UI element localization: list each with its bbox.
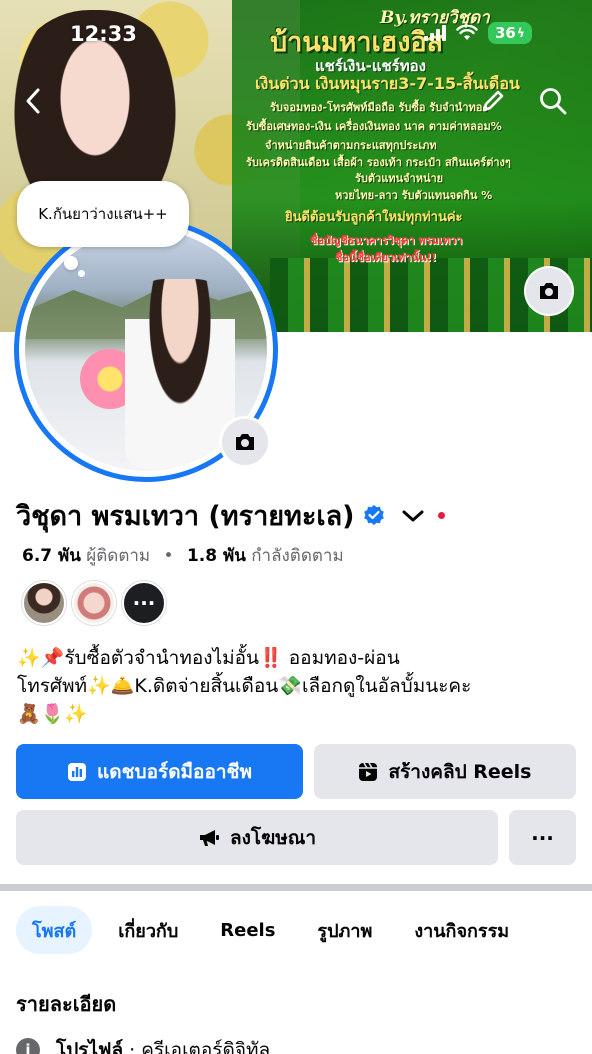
pencil-icon	[482, 90, 504, 112]
profile-note-text: K.กันยาว่างแสน++	[38, 205, 168, 223]
more-options-button[interactable]: ···	[509, 810, 576, 865]
camera-icon	[540, 283, 558, 299]
cover-line: หวยไทย-ลาว รับตัวแทนจดกิน %	[335, 189, 493, 202]
bio-line: 🧸🌷✨	[17, 703, 88, 725]
status-time: 12:33	[70, 22, 137, 46]
more-dots-icon: ···	[132, 591, 156, 615]
cover-line: ยินดีต้อนรับลูกค้าใหม่ทุกท่านค่ะ	[285, 210, 463, 225]
cover-line: รับซื้อเศษทอง-เงิน เครื่องเงินทอง นาค ตา…	[246, 120, 502, 133]
search-button[interactable]	[536, 84, 570, 118]
profile-category-value: · ครีเอเตอร์ดิจิทัล	[123, 1039, 271, 1054]
photo-person	[125, 279, 235, 469]
bio-line: โทรศัพท์✨🛎️K.ดิตจ่ายสิ้นเดือน💸เลือกดูในอ…	[17, 675, 472, 697]
stats-separator: •	[163, 546, 174, 566]
info-icon: i	[16, 1038, 40, 1054]
tab-posts[interactable]: โพสต์	[16, 906, 93, 954]
camera-icon	[236, 434, 254, 450]
status-indicators: 36 ϟ	[424, 22, 532, 44]
chevron-down-icon[interactable]	[400, 506, 426, 526]
friends-preview[interactable]: ···	[22, 581, 166, 625]
details-title: รายละเอียด	[16, 992, 117, 1016]
reels-button-label: สร้างคลิป Reels	[388, 760, 532, 783]
more-horizontal-icon: ···	[531, 825, 554, 850]
search-icon	[540, 88, 567, 115]
cover-line: จำหน่ายสินค้าตามกระแสทุกประเภท	[265, 139, 437, 152]
cover-line: รับตัวแทนจำหน่าย	[355, 172, 444, 185]
following-count: 1.8 พัน	[186, 546, 246, 566]
back-button[interactable]	[16, 84, 50, 118]
reels-icon	[359, 762, 378, 781]
advertise-button[interactable]: ลงโฆษณา	[16, 810, 498, 865]
note-bubble-tail	[78, 270, 85, 277]
cover-line: ชื่อนี้ชื่อเดียวเท่านั้น!!	[335, 251, 437, 264]
bio-line: ✨📌รับซื้อตัวจำนำทองไม่อั้น‼️ ออมทอง-ผ่อน	[17, 647, 400, 669]
followers-label: ผู้ติดตาม	[86, 546, 151, 566]
tab-photos[interactable]: รูปภาพ	[301, 906, 388, 954]
charging-icon: ϟ	[516, 26, 525, 40]
tab-events[interactable]: งานกิจกรรม	[398, 906, 525, 954]
profile-category-prefix: โปรไฟล์	[56, 1039, 124, 1054]
chevron-left-icon	[26, 88, 40, 114]
edit-profile-picture-button[interactable]	[222, 419, 268, 465]
tab-about[interactable]: เกี่ยวกับ	[102, 906, 194, 954]
profile-category-row: i โปรไฟล์ · ครีเอเตอร์ดิจิทัล	[16, 1035, 270, 1054]
dashboard-chart-icon	[68, 762, 87, 781]
edit-profile-button[interactable]	[476, 84, 510, 118]
profile-bio: ✨📌รับซื้อตัวจำนำทองไม่อั้น‼️ ออมทอง-ผ่อน…	[17, 644, 577, 728]
cellular-signal-icon	[424, 25, 446, 41]
friend-avatar[interactable]	[22, 581, 66, 625]
notification-dot	[438, 512, 446, 519]
friend-avatar[interactable]	[72, 581, 116, 625]
followers-count: 6.7 พัน	[22, 546, 81, 566]
note-bubble-tail	[64, 256, 78, 270]
battery-indicator: 36 ϟ	[488, 22, 532, 44]
follow-stats[interactable]: 6.7 พัน ผู้ติดตาม • 1.8 พัน กำลังติดตาม	[22, 542, 344, 569]
dashboard-button-label: แดชบอร์ดมืออาชีพ	[97, 760, 252, 783]
more-friends-button[interactable]: ···	[122, 581, 166, 625]
verified-badge-icon	[364, 504, 385, 525]
profile-note-bubble[interactable]: K.กันยาว่างแสน++	[17, 181, 189, 247]
professional-dashboard-button[interactable]: แดชบอร์ดมืออาชีพ	[16, 744, 303, 799]
battery-level: 36	[495, 24, 516, 42]
cover-line: รับจอมทอง-โทรศัพท์มือถือ รับซื้อ รับจำนำ…	[270, 101, 488, 114]
profile-name: วิชุดา พรมเทวา (ทรายทะเล)	[16, 501, 355, 532]
wifi-icon	[456, 25, 478, 40]
profile-tabs: โพสต์ เกี่ยวกับ Reels รูปภาพ งานกิจกรรม	[16, 905, 525, 955]
profile-name-row: วิชุดา พรมเทวา (ทรายทะเล)	[16, 494, 446, 537]
section-divider	[0, 884, 592, 891]
create-reels-button[interactable]: สร้างคลิป Reels	[314, 744, 576, 799]
advertise-button-label: ลงโฆษณา	[229, 826, 317, 849]
cover-line: ชื่อบัญชีธนาคารวิชุดา พรมเทวา	[310, 234, 463, 247]
megaphone-icon	[199, 829, 219, 846]
edit-cover-photo-button[interactable]	[526, 268, 572, 314]
following-label: กำลังติดตาม	[251, 546, 344, 566]
tab-reels[interactable]: Reels	[204, 906, 291, 954]
